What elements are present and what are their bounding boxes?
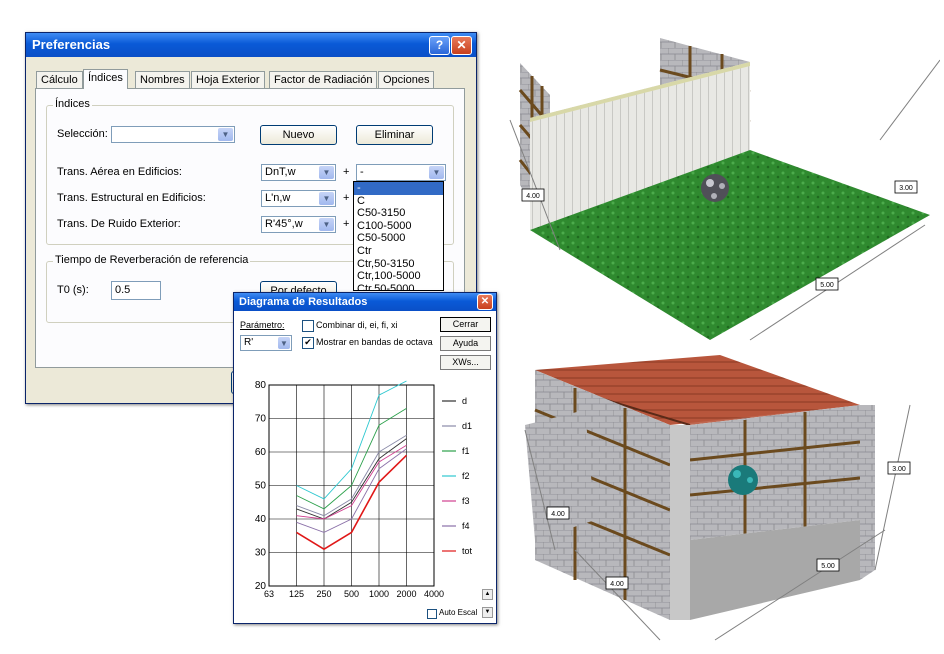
chevron-down-icon[interactable]: ▼ bbox=[319, 218, 334, 231]
t0-input[interactable]: 0.5 bbox=[111, 281, 161, 300]
help-icon[interactable]: ? bbox=[429, 36, 450, 55]
scene-bottom: 4.00 4.00 3.00 5.00 bbox=[524, 355, 911, 641]
x-tick-label: 500 bbox=[344, 589, 359, 599]
bottom-room-geometry bbox=[524, 355, 911, 641]
diagram-title: Diagrama de Resultados bbox=[239, 296, 368, 308]
dimension-label: 4.00 bbox=[551, 511, 565, 518]
window-title: Preferencias bbox=[32, 37, 111, 52]
trans-ruido-exterior-dropdown[interactable]: R'45°,w ▼ bbox=[261, 216, 336, 233]
tab-factor-radiacion[interactable]: Factor de Radiación bbox=[269, 71, 378, 88]
dimension-label: 4.00 bbox=[610, 581, 624, 588]
octava-checkbox[interactable]: ✔ bbox=[302, 337, 314, 349]
dimension-label: 3.00 bbox=[899, 185, 913, 192]
tab-calculo[interactable]: Cálculo bbox=[36, 71, 83, 88]
t0-label: T0 (s): bbox=[57, 284, 89, 296]
legend-label-d1: d1 bbox=[462, 421, 472, 431]
y-tick-label: 50 bbox=[255, 481, 267, 492]
plus-sign: + bbox=[343, 192, 350, 204]
combinar-checkbox[interactable] bbox=[302, 320, 314, 332]
adaptation-option[interactable]: C100-5000 bbox=[354, 220, 443, 233]
preferences-titlebar[interactable]: Preferencias ? ✕ bbox=[26, 33, 476, 57]
adaptation-options-list[interactable]: - C C50-3150 C100-5000 C50-5000 Ctr Ctr,… bbox=[353, 181, 444, 291]
scrollbar-up-icon[interactable]: ▲ bbox=[482, 589, 493, 600]
chevron-down-icon[interactable]: ▼ bbox=[319, 192, 334, 205]
parametro-value: R' bbox=[244, 337, 254, 348]
nuevo-button[interactable]: Nuevo bbox=[260, 125, 337, 145]
auto-escala-checkbox[interactable] bbox=[427, 609, 437, 619]
adaptation-option[interactable]: - bbox=[354, 182, 443, 195]
adaptation-option[interactable]: Ctr,100-5000 bbox=[354, 270, 443, 283]
chevron-down-icon[interactable]: ▼ bbox=[278, 337, 290, 349]
parametro-label: Parámetro: bbox=[240, 320, 285, 330]
x-tick-label: 4000 bbox=[424, 589, 444, 599]
adaptation-value: - bbox=[360, 166, 364, 178]
y-tick-label: 80 bbox=[255, 380, 267, 391]
trans-aerea-dropdown[interactable]: DnT,w ▼ bbox=[261, 164, 336, 181]
ayuda-button[interactable]: Ayuda bbox=[440, 336, 491, 351]
adaptation-option[interactable]: Ctr,50-5000 bbox=[354, 283, 443, 290]
combinar-label: Combinar di, ei, fi, xi bbox=[316, 320, 398, 330]
x-tick-label: 2000 bbox=[396, 589, 416, 599]
adaptation-option[interactable]: Ctr bbox=[354, 245, 443, 258]
dimension-label: 3.00 bbox=[892, 466, 906, 473]
indices-group-label: Índices bbox=[53, 98, 92, 110]
close-icon[interactable]: ✕ bbox=[451, 36, 472, 55]
plus-sign: + bbox=[343, 218, 350, 230]
scrollbar-down-icon[interactable]: ▼ bbox=[482, 607, 493, 618]
tab-hoja-exterior[interactable]: Hoja Exterior bbox=[191, 71, 265, 88]
y-tick-label: 30 bbox=[255, 548, 267, 559]
trans-estructural-label: Trans. Estructural en Edificios: bbox=[57, 192, 206, 204]
adaptation-option[interactable]: C bbox=[354, 195, 443, 208]
y-tick-label: 60 bbox=[255, 447, 267, 458]
parametro-dropdown[interactable]: R' ▼ bbox=[240, 335, 292, 351]
dimension-label: 4.00 bbox=[526, 193, 540, 200]
dimension-label: 5.00 bbox=[821, 563, 835, 570]
chevron-down-icon[interactable]: ▼ bbox=[319, 166, 334, 179]
auto-escala-label: Auto Escal bbox=[439, 608, 478, 617]
x-tick-label: 250 bbox=[316, 589, 331, 599]
legend-label-tot: tot bbox=[462, 546, 473, 556]
adaptation-option[interactable]: Ctr,50-3150 bbox=[354, 258, 443, 271]
tab-indices[interactable]: Índices bbox=[83, 69, 128, 89]
trans-aerea-value: DnT,w bbox=[265, 166, 296, 178]
tab-nombres[interactable]: Nombres bbox=[135, 71, 190, 88]
top-room-geometry bbox=[509, 38, 940, 341]
dimension-label: 5.00 bbox=[820, 282, 834, 289]
octava-label: Mostrar en bandas de octava bbox=[316, 337, 433, 347]
trans-aerea-label: Trans. Aérea en Edificios: bbox=[57, 166, 182, 178]
close-icon[interactable]: ✕ bbox=[477, 294, 493, 310]
x-tick-label: 125 bbox=[289, 589, 304, 599]
eliminar-button[interactable]: Eliminar bbox=[356, 125, 433, 145]
legend-label-f2: f2 bbox=[462, 471, 470, 481]
legend-label-f3: f3 bbox=[462, 496, 470, 506]
y-tick-label: 70 bbox=[255, 414, 267, 425]
chevron-down-icon[interactable]: ▼ bbox=[218, 128, 233, 141]
legend-label-f4: f4 bbox=[462, 521, 470, 531]
x-tick-label: 1000 bbox=[369, 589, 389, 599]
adaptation-dropdown[interactable]: - ▼ bbox=[356, 164, 446, 181]
seleccion-label: Selección: bbox=[57, 128, 108, 140]
adaptation-option[interactable]: C50-3150 bbox=[354, 207, 443, 220]
results-chart: 2030405060708063 125 250 500 1000 2000 4000dd1… bbox=[255, 380, 473, 599]
y-tick-label: 40 bbox=[255, 514, 267, 525]
diagram-window: Diagrama de Resultados ✕ Parámetro: R' ▼… bbox=[233, 292, 497, 624]
xws-button[interactable]: XWs... bbox=[440, 355, 491, 370]
reverb-group-label: Tiempo de Reverberación de referencia bbox=[53, 254, 251, 266]
scene-top: 4.00 3.00 5.00 bbox=[509, 38, 940, 341]
trans-ruido-exterior-value: R'45°,w bbox=[265, 218, 303, 230]
chevron-down-icon[interactable]: ▼ bbox=[429, 166, 444, 179]
trans-ruido-exterior-label: Trans. De Ruido Exterior: bbox=[57, 218, 181, 230]
plus-sign: + bbox=[343, 166, 350, 178]
trans-estructural-dropdown[interactable]: L'n,w ▼ bbox=[261, 190, 336, 207]
adaptation-option[interactable]: C50-5000 bbox=[354, 232, 443, 245]
legend-label-f1: f1 bbox=[462, 446, 470, 456]
tab-opciones[interactable]: Opciones bbox=[378, 71, 435, 88]
x-tick-label: 63 bbox=[264, 589, 274, 599]
cerrar-button[interactable]: Cerrar bbox=[440, 317, 491, 332]
legend-label-d: d bbox=[462, 396, 467, 406]
diagram-titlebar[interactable]: Diagrama de Resultados ✕ bbox=[234, 293, 496, 311]
seleccion-dropdown[interactable]: ▼ bbox=[111, 126, 235, 143]
trans-estructural-value: L'n,w bbox=[265, 192, 291, 204]
